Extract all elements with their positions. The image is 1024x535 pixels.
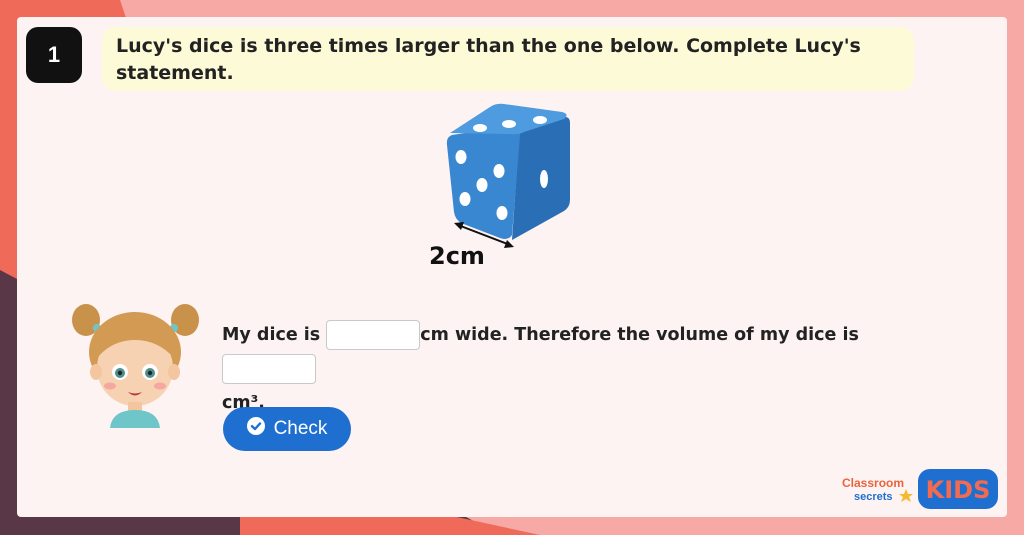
dice-size-label: 2cm — [429, 242, 485, 270]
check-button-label: Check — [273, 418, 328, 439]
check-button[interactable]: Check — [223, 407, 351, 451]
logo-secrets-text: secrets — [854, 491, 893, 503]
classroom-secrets-logo: Classroom secrets — [840, 474, 918, 504]
logo-classroom-text: Classroom — [842, 476, 904, 490]
question-text: Lucy's dice is three times larger than t… — [102, 27, 914, 91]
statement-part2: cm wide. Therefore the volume of my dice… — [420, 325, 859, 345]
statement-part1: My dice is — [222, 325, 321, 345]
girl-avatar — [68, 300, 203, 428]
width-answer-input[interactable] — [326, 320, 421, 350]
check-circle-icon — [246, 417, 265, 441]
volume-answer-input[interactable] — [222, 354, 316, 384]
statement-text: My dice is cm wide. Therefore the volume… — [222, 318, 942, 420]
question-number: 1 — [26, 27, 82, 83]
logo-kids-text: KIDS — [926, 476, 991, 504]
kids-logo: KIDS — [918, 469, 998, 509]
